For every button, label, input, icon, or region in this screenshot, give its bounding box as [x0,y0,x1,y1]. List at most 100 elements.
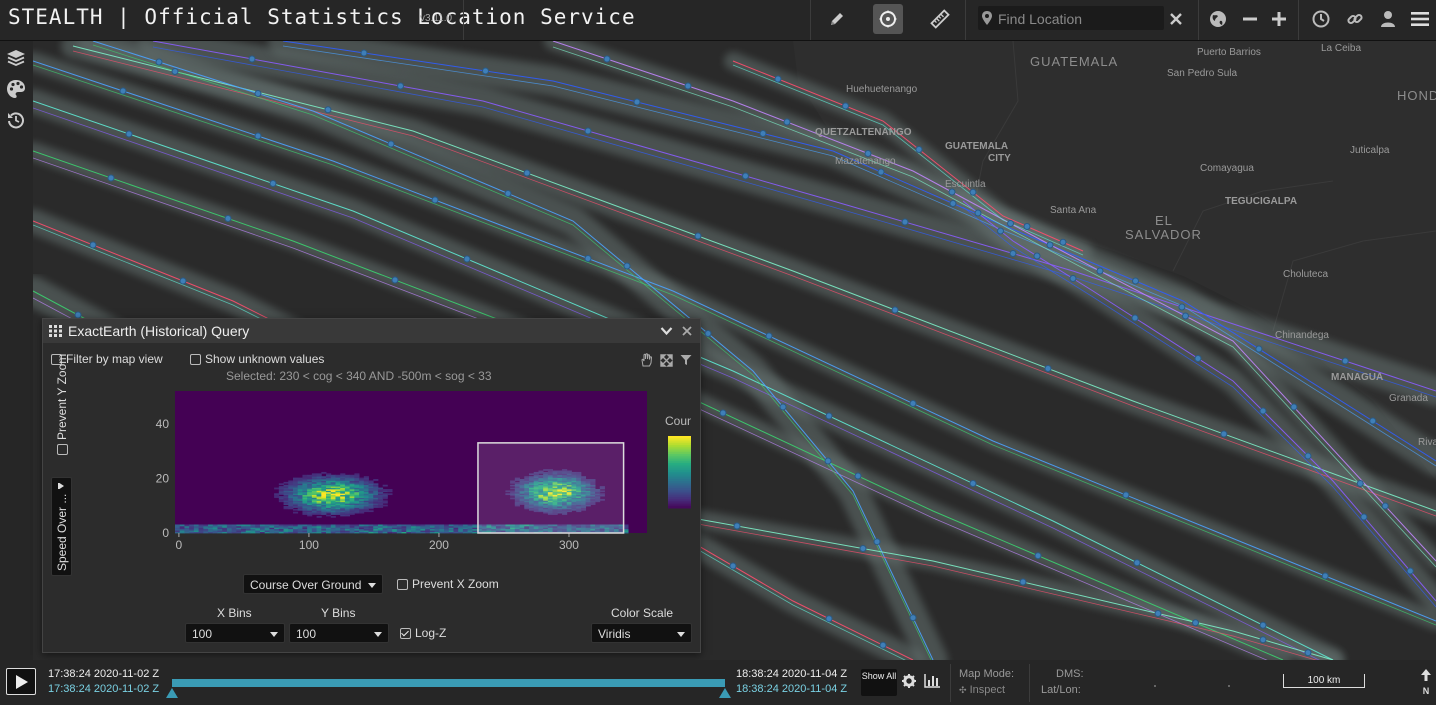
vessel-position[interactable] [825,412,833,420]
vessel-position[interactable] [360,49,368,57]
vessel-position[interactable] [974,209,982,217]
vessel-position[interactable] [254,132,262,140]
log-z-checkbox[interactable]: Log-Z [400,626,446,640]
vessel-position[interactable] [704,330,712,337]
vessel-position[interactable] [119,87,127,95]
vessel-position[interactable] [901,218,909,226]
vessel-position[interactable] [729,562,737,570]
vessel-position[interactable] [1133,559,1141,567]
history-icon[interactable] [7,111,25,134]
vessel-position[interactable] [504,190,512,197]
vessel-position[interactable] [694,232,702,240]
checkbox[interactable] [57,444,69,455]
expand-icon[interactable] [660,354,673,367]
timeline-end-handle[interactable] [719,688,731,698]
link-icon[interactable] [1340,4,1370,34]
vessel-position[interactable] [1182,312,1189,320]
find-location-input[interactable] [996,8,1162,30]
vessel-position[interactable] [859,545,867,552]
vessel-position[interactable] [779,403,787,411]
vessel-position[interactable] [1034,552,1042,560]
vessel-position[interactable] [842,102,849,110]
vessel-position[interactable] [269,180,277,187]
vessel-position[interactable] [1044,365,1052,372]
vessel-position[interactable] [179,277,187,285]
vessel-position[interactable] [1007,220,1014,227]
heatmap-chart[interactable]: 0 100 200 300 0 20 40 Count– 0– 1– 2– 3 [91,379,691,569]
close-icon[interactable] [682,326,692,336]
vessel-position[interactable] [584,127,592,135]
bar-chart-icon[interactable] [924,674,940,688]
show-all-button[interactable]: Show All [861,669,897,696]
vessel-position[interactable] [1255,345,1263,353]
timeline-track[interactable] [172,679,725,687]
vessel-position[interactable] [387,140,395,148]
vessel-position[interactable] [824,457,832,465]
vessel-position[interactable] [171,68,179,75]
vessel-position[interactable] [1023,223,1031,230]
vessel-position[interactable] [1033,252,1041,260]
show-unknown-values-checkbox[interactable]: Show unknown values [190,352,324,366]
pencil-icon[interactable] [822,4,852,34]
vessel-position[interactable] [603,55,611,63]
minus-icon[interactable] [1235,4,1265,34]
close-icon[interactable] [1162,4,1190,34]
vessel-position[interactable] [254,90,262,97]
vessel-position[interactable] [1192,619,1199,627]
plus-icon[interactable] [1264,4,1294,34]
vessel-position[interactable] [877,168,885,176]
vessel-position[interactable] [997,227,1004,235]
vessel-position[interactable] [891,306,899,314]
vessel-position[interactable] [1360,513,1368,521]
vessel-position[interactable] [1290,403,1298,411]
checkbox[interactable] [397,579,408,591]
vessel-position[interactable] [1220,430,1228,438]
vessel-position[interactable] [1259,621,1267,629]
vessel-position[interactable] [1304,452,1312,460]
timeline-start-handle[interactable] [166,688,178,698]
vessel-position[interactable] [1122,491,1130,499]
vessel-position[interactable] [107,174,115,182]
vessel-position[interactable] [765,332,773,340]
vessel-position[interactable] [1381,502,1389,510]
vessel-position[interactable] [224,215,232,222]
vessel-position[interactable] [482,67,489,75]
vessel-position[interactable] [89,241,97,249]
x-field-select[interactable]: Course Over Ground [243,574,383,594]
y-bins-select[interactable]: 100 [289,623,389,643]
globe-icon[interactable] [1203,4,1233,34]
vessel-position[interactable] [1194,355,1202,362]
selection-box[interactable] [477,442,625,534]
vessel-position[interactable] [909,614,917,622]
vessel-position[interactable] [873,538,881,546]
vessel-position[interactable] [1369,417,1377,425]
vessel-position[interactable] [1096,267,1104,275]
palette-icon[interactable] [6,79,26,104]
vessel-position[interactable] [1341,357,1349,365]
vessel-position[interactable] [879,641,887,649]
vessel-position[interactable] [523,169,531,177]
gear-icon[interactable] [902,674,916,688]
panel-header[interactable]: ExactEarth (Historical) Query [43,319,700,343]
vessel-position[interactable] [324,106,332,114]
vessel-position[interactable] [584,255,592,262]
vessel-position[interactable] [125,130,133,138]
layers-icon[interactable] [6,48,26,73]
vessel-position[interactable] [1132,277,1139,285]
filter-icon[interactable] [680,354,692,366]
vessel-position[interactable] [1259,636,1267,644]
vessel-position[interactable] [684,82,692,90]
vessel-position[interactable] [1046,241,1054,249]
vessel-position[interactable] [949,200,957,207]
user-icon[interactable] [1373,4,1403,34]
vessel-position[interactable] [915,146,923,153]
vessel-position[interactable] [969,480,977,487]
vessel-position[interactable] [759,130,767,137]
ruler-icon[interactable] [925,4,955,34]
menu-icon[interactable] [1405,4,1435,34]
vessel-position[interactable] [719,409,727,417]
checkbox[interactable] [190,354,201,366]
checkbox[interactable] [400,628,411,640]
vessel-position[interactable] [1131,314,1139,322]
vessel-position[interactable] [1259,407,1267,415]
